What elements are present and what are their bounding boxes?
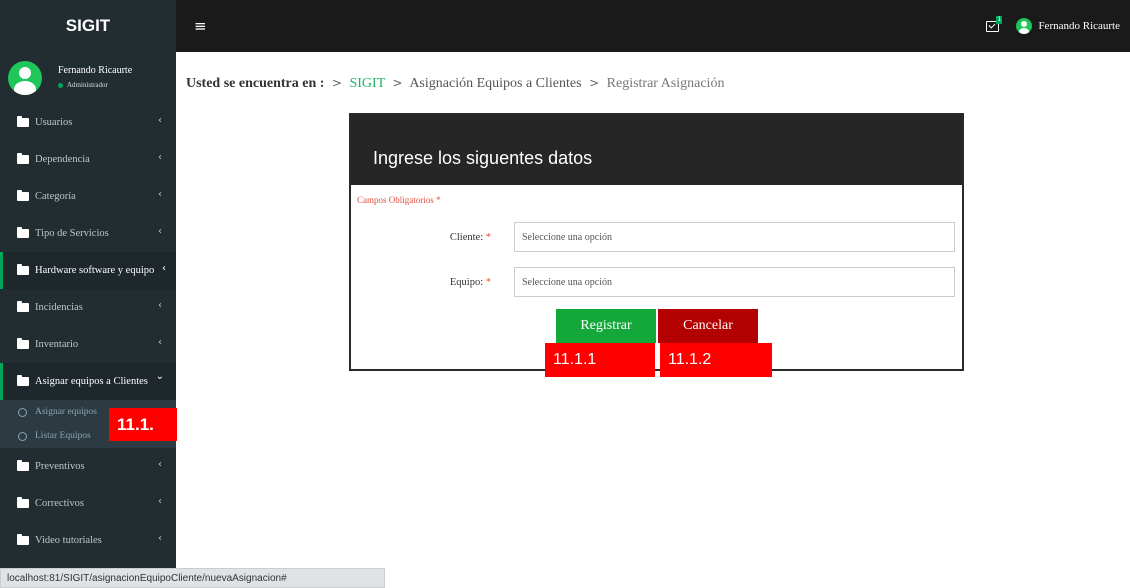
sidebar-item-label: Correctivos bbox=[35, 498, 84, 509]
equipo-label: Equipo: * bbox=[351, 277, 497, 288]
folder-icon bbox=[17, 375, 29, 386]
user-avatar-icon bbox=[8, 61, 42, 95]
sidebar-item-label: Tipo de Servicios bbox=[35, 228, 109, 239]
breadcrumb-link-sigit[interactable]: SIGIT bbox=[349, 76, 385, 91]
annotation-tag-submenu: 11.1. bbox=[109, 408, 177, 441]
notification-badge: 1 bbox=[996, 16, 1003, 24]
registrar-button[interactable]: Registrar bbox=[556, 309, 656, 343]
form-panel: Ingrese los siguentes datos Campos Oblig… bbox=[349, 113, 964, 371]
sidebar-item-label: Video tutoriales bbox=[35, 535, 102, 546]
user-role: Administrador bbox=[58, 78, 132, 92]
cancelar-button[interactable]: Cancelar bbox=[658, 309, 758, 343]
breadcrumb-item-asignacion: Asignación Equipos a Clientes bbox=[409, 76, 582, 91]
sidebar-item-tipo-servicios[interactable]: Tipo de Servicios ‹ bbox=[0, 215, 176, 252]
chevron-left-icon: ‹ bbox=[158, 226, 162, 237]
chevron-left-icon: ‹ bbox=[158, 533, 162, 544]
breadcrumb-lead: Usted se encuentra en : bbox=[186, 76, 325, 91]
cliente-select[interactable]: Seleccione una opción bbox=[514, 222, 955, 252]
top-bar: SIGIT ≡ 1 Fernando Ricaurte bbox=[0, 0, 1130, 52]
folder-icon bbox=[17, 153, 29, 164]
breadcrumb-item-current: Registrar Asignación bbox=[606, 76, 725, 91]
equipo-label-text: Equipo: bbox=[449, 276, 484, 288]
breadcrumb-separator: > bbox=[589, 76, 600, 90]
folder-icon bbox=[17, 301, 29, 312]
sidebar-item-label: Dependencia bbox=[35, 154, 90, 165]
online-status-icon bbox=[58, 82, 63, 88]
chevron-left-icon: ‹ bbox=[158, 152, 162, 163]
required-asterisk: * bbox=[485, 276, 491, 288]
folder-icon bbox=[17, 497, 29, 508]
circle-icon bbox=[18, 407, 27, 417]
folder-icon bbox=[17, 190, 29, 201]
folder-icon bbox=[17, 116, 29, 127]
sidebar-item-label: Asignar equipos a Clientes bbox=[35, 376, 148, 387]
navbar-right: 1 Fernando Ricaurte bbox=[986, 0, 1120, 52]
folder-icon bbox=[17, 460, 29, 471]
form-row-cliente: Cliente: * Seleccione una opción bbox=[351, 222, 962, 252]
folder-icon bbox=[17, 264, 29, 275]
sidebar-item-dependencia[interactable]: Dependencia ‹ bbox=[0, 141, 176, 178]
form-title: Ingrese los siguentes datos bbox=[351, 115, 962, 185]
sidebar-item-correctivos[interactable]: Correctivos ‹ bbox=[0, 485, 176, 522]
required-asterisk: * bbox=[485, 231, 491, 243]
breadcrumb: Usted se encuentra en : > SIGIT > Asigna… bbox=[186, 76, 724, 92]
breadcrumb-separator: > bbox=[392, 76, 403, 90]
required-note: Campos Obligatorios * bbox=[357, 195, 441, 205]
sidebar-item-hardware[interactable]: Hardware software y equipo ‹ bbox=[0, 252, 176, 289]
form-row-equipo: Equipo: * Seleccione una opción bbox=[351, 267, 962, 297]
sidebar-item-label: Preventivos bbox=[35, 461, 85, 472]
annotation-tag-registrar: 11.1.1 bbox=[545, 343, 655, 377]
sidebar-item-inventario[interactable]: Inventario ‹ bbox=[0, 326, 176, 363]
user-panel: Fernando Ricaurte Administrador bbox=[0, 52, 176, 104]
annotation-tag-cancelar: 11.1.2 bbox=[660, 343, 772, 377]
sidebar-item-label: Hardware software y equipo bbox=[35, 265, 155, 276]
folder-icon bbox=[17, 227, 29, 238]
cliente-label-text: Cliente: bbox=[449, 231, 484, 243]
menu-toggle-icon[interactable]: ≡ bbox=[194, 17, 207, 35]
sidebar-item-label: Incidencias bbox=[35, 302, 83, 313]
equipo-select[interactable]: Seleccione una opción bbox=[514, 267, 955, 297]
browser-status-bar: localhost:81/SIGIT/asignacionEquipoClien… bbox=[0, 568, 385, 588]
breadcrumb-separator: > bbox=[331, 76, 342, 90]
user-role-label: Administrador bbox=[67, 81, 108, 89]
sidebar-item-video-tutoriales[interactable]: Video tutoriales ‹ bbox=[0, 522, 176, 559]
sidebar-item-usuarios[interactable]: Usuarios ‹ bbox=[0, 104, 176, 141]
chevron-left-icon: ‹ bbox=[158, 189, 162, 200]
submenu-item-label: Asignar equipos bbox=[35, 407, 98, 417]
user-info: Fernando Ricaurte Administrador bbox=[58, 64, 132, 92]
chevron-left-icon: ‹ bbox=[162, 263, 166, 274]
folder-icon bbox=[17, 338, 29, 349]
brand-logo[interactable]: SIGIT bbox=[0, 0, 176, 52]
submenu-item-label: Listar Equipos bbox=[35, 431, 91, 441]
notifications-icon[interactable]: 1 bbox=[986, 16, 1003, 34]
sidebar-item-asignar-equipos[interactable]: Asignar equipos a Clientes ⌄ bbox=[0, 363, 176, 400]
user-menu[interactable]: Fernando Ricaurte bbox=[1016, 18, 1120, 34]
chevron-left-icon: ‹ bbox=[158, 300, 162, 311]
chevron-left-icon: ‹ bbox=[158, 115, 162, 126]
sidebar-item-preventivos[interactable]: Preventivos ‹ bbox=[0, 448, 176, 485]
user-menu-name: Fernando Ricaurte bbox=[1038, 20, 1120, 32]
sidebar-item-incidencias[interactable]: Incidencias ‹ bbox=[0, 289, 176, 326]
sidebar-item-label: Usuarios bbox=[35, 117, 73, 128]
folder-icon bbox=[17, 534, 29, 545]
chevron-left-icon: ‹ bbox=[158, 459, 162, 470]
sidebar-item-label: Inventario bbox=[35, 339, 79, 350]
sidebar-item-label: Categoría bbox=[35, 191, 76, 202]
navbar: ≡ 1 Fernando Ricaurte bbox=[176, 0, 1130, 52]
sidebar: Fernando Ricaurte Administrador Usuarios… bbox=[0, 52, 176, 588]
chevron-left-icon: ‹ bbox=[158, 337, 162, 348]
chevron-left-icon: ‹ bbox=[158, 496, 162, 507]
chevron-down-icon: ⌄ bbox=[155, 371, 164, 382]
main-content: Usted se encuentra en : > SIGIT > Asigna… bbox=[176, 52, 1130, 588]
user-avatar-icon bbox=[1016, 18, 1033, 34]
user-name: Fernando Ricaurte bbox=[58, 65, 133, 76]
circle-icon bbox=[18, 431, 27, 441]
sidebar-menu: Usuarios ‹ Dependencia ‹ Categoría ‹ Tipo d… bbox=[0, 104, 176, 559]
sidebar-item-categoria[interactable]: Categoría ‹ bbox=[0, 178, 176, 215]
cliente-label: Cliente: * bbox=[351, 232, 497, 243]
